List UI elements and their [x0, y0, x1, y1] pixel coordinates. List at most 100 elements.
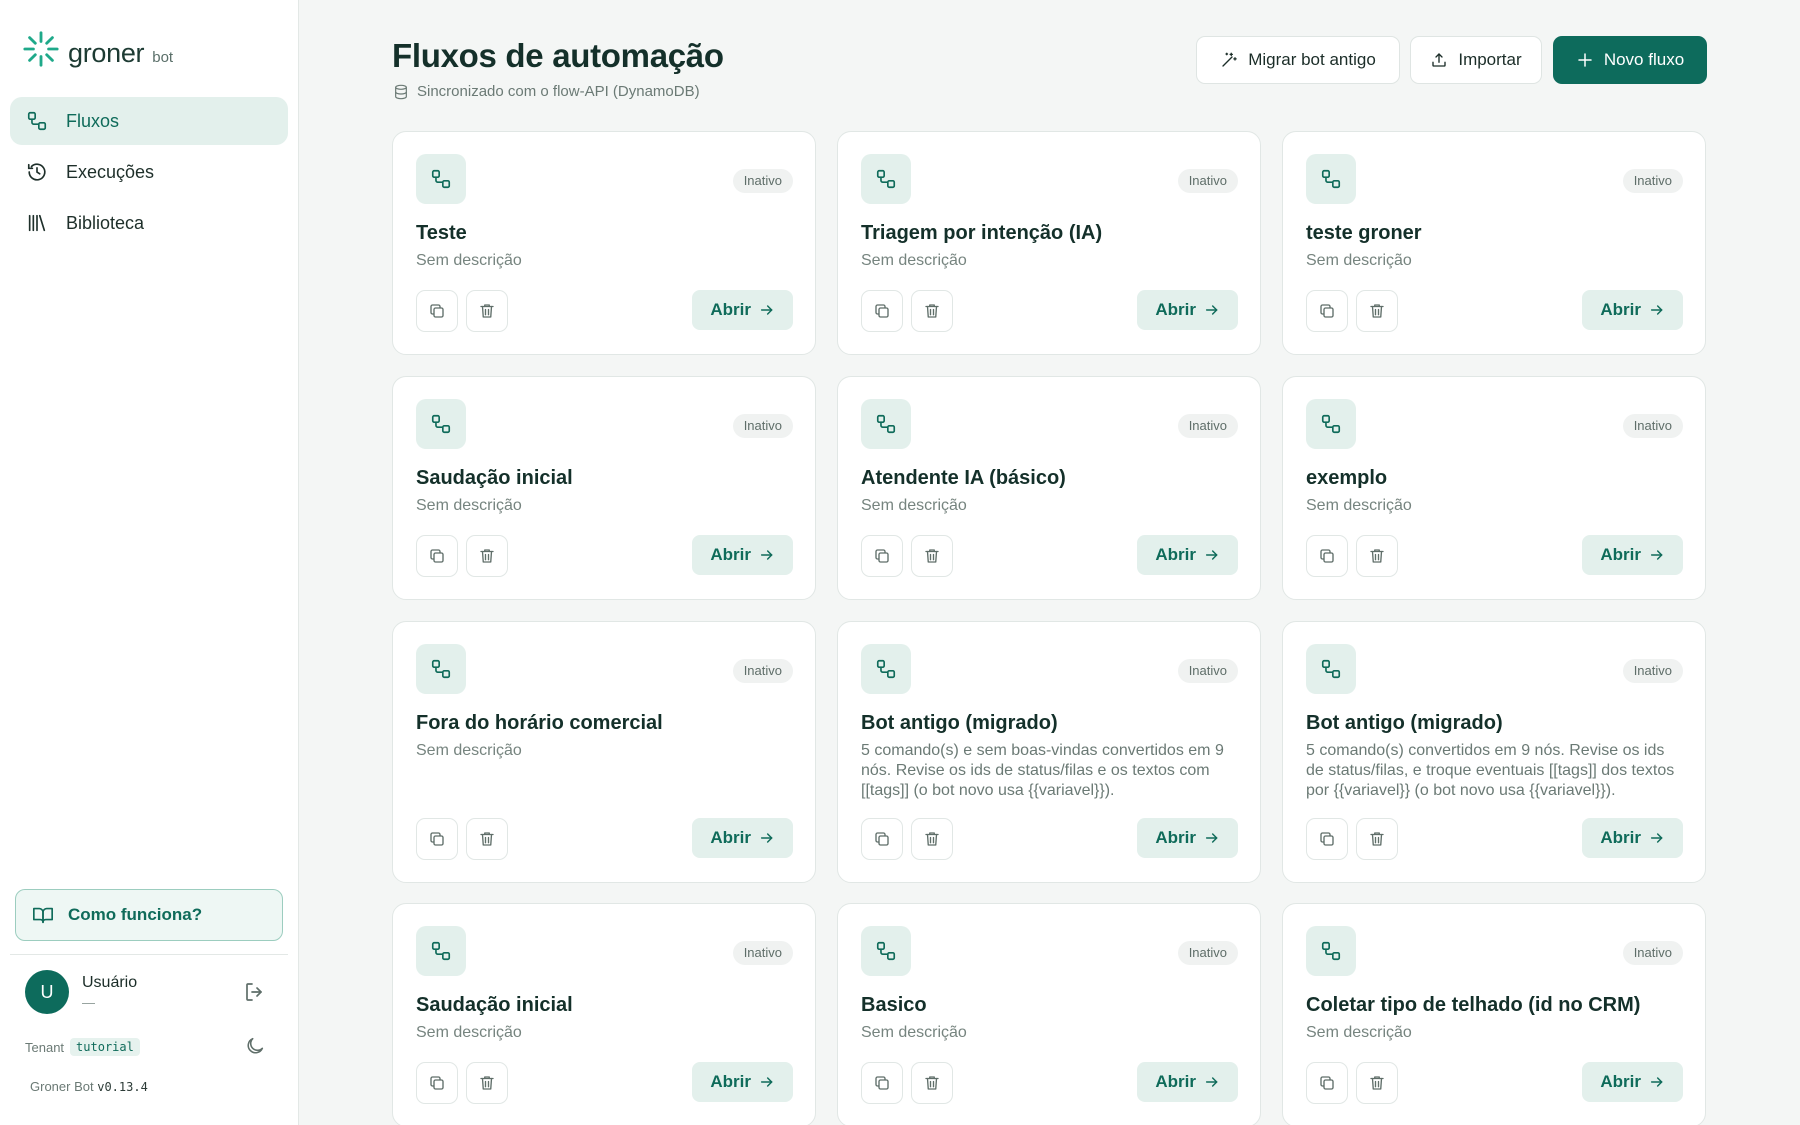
delete-button[interactable] — [466, 535, 508, 577]
duplicate-button[interactable] — [416, 1062, 458, 1104]
how-it-works-button[interactable]: Como funciona? — [15, 889, 283, 941]
copy-icon — [430, 832, 444, 846]
delete-button[interactable] — [1356, 1062, 1398, 1104]
open-label: Abrir — [1155, 1072, 1196, 1091]
open-label: Abrir — [1600, 828, 1641, 847]
delete-button[interactable] — [466, 1062, 508, 1104]
flow-name: Saudação inicial — [416, 994, 573, 1016]
plus-icon — [1578, 53, 1592, 67]
open-button[interactable]: Abrir — [1137, 818, 1238, 858]
new-flow-button[interactable]: Novo fluxo — [1553, 36, 1707, 84]
duplicate-button[interactable] — [1306, 290, 1348, 332]
duplicate-button[interactable] — [861, 535, 903, 577]
delete-button[interactable] — [1356, 818, 1398, 860]
flow-description: Sem descrição — [416, 497, 522, 514]
flow-description: Sem descrição — [416, 742, 522, 759]
flow-icon — [416, 154, 466, 204]
open-button[interactable]: Abrir — [692, 290, 793, 330]
open-button[interactable]: Abrir — [1137, 1062, 1238, 1102]
version-label: Groner Bot — [30, 1079, 94, 1094]
trash-icon — [1370, 549, 1384, 563]
flow-name: teste groner — [1306, 222, 1422, 244]
delete-button[interactable] — [911, 818, 953, 860]
status-badge: Inativo — [1177, 169, 1238, 193]
delete-button[interactable] — [1356, 535, 1398, 577]
arrow-right-icon — [760, 550, 773, 560]
moon-icon[interactable] — [244, 1035, 266, 1057]
flow-name: Coletar tipo de telhado (id no CRM) — [1306, 994, 1641, 1016]
delete-button[interactable] — [466, 818, 508, 860]
duplicate-button[interactable] — [1306, 535, 1348, 577]
duplicate-button[interactable] — [861, 818, 903, 860]
sidebar-item-biblioteca[interactable]: Biblioteca — [10, 199, 288, 247]
sidebar-item-fluxos[interactable]: Fluxos — [10, 97, 288, 145]
flow-description: 5 comando(s) e sem boas-vindas convertid… — [861, 742, 1224, 799]
flow-card: Inativo Saudação inicial Sem descrição A… — [392, 903, 816, 1125]
trash-icon — [925, 304, 939, 318]
open-label: Abrir — [710, 545, 751, 564]
open-label: Abrir — [1155, 545, 1196, 564]
flow-icon — [1306, 926, 1356, 976]
duplicate-button[interactable] — [1306, 1062, 1348, 1104]
delete-button[interactable] — [911, 1062, 953, 1104]
flow-card: Inativo exemplo Sem descrição Abrir — [1282, 376, 1706, 600]
duplicate-button[interactable] — [416, 818, 458, 860]
logout-icon[interactable] — [243, 980, 267, 1004]
delete-button[interactable] — [911, 535, 953, 577]
copy-icon — [875, 1076, 889, 1090]
status-badge: Inativo — [732, 659, 793, 683]
trash-icon — [480, 304, 494, 318]
logo[interactable]: groner bot — [22, 30, 173, 68]
upload-icon — [1432, 53, 1447, 67]
flow-icon — [416, 399, 466, 449]
open-button[interactable]: Abrir — [1137, 535, 1238, 575]
new-flow-label: Novo fluxo — [1603, 50, 1685, 69]
open-button[interactable]: Abrir — [1582, 1062, 1683, 1102]
import-button[interactable]: Importar — [1410, 36, 1542, 84]
flow-card: Inativo Bot antigo (migrado) 5 comando(s… — [837, 621, 1261, 883]
flow-description: Sem descrição — [1306, 497, 1412, 514]
sidebar-item-execucoes[interactable]: Execuções — [10, 148, 288, 196]
sidebar-item-label: Execuções — [66, 161, 155, 182]
trash-icon — [480, 549, 494, 563]
status-badge: Inativo — [732, 414, 793, 438]
avatar[interactable]: U — [25, 970, 69, 1014]
open-label: Abrir — [1155, 828, 1196, 847]
copy-icon — [875, 304, 889, 318]
flow-card: Inativo Triagem por intenção (IA) Sem de… — [837, 131, 1261, 355]
open-button[interactable]: Abrir — [1582, 535, 1683, 575]
trash-icon — [1370, 304, 1384, 318]
open-button[interactable]: Abrir — [692, 535, 793, 575]
status-badge: Inativo — [1622, 414, 1683, 438]
duplicate-button[interactable] — [861, 290, 903, 332]
open-button[interactable]: Abrir — [1582, 818, 1683, 858]
flow-card: Inativo Bot antigo (migrado) 5 comando(s… — [1282, 621, 1706, 883]
open-label: Abrir — [1600, 300, 1641, 319]
arrow-right-icon — [760, 833, 773, 843]
arrow-right-icon — [1650, 833, 1663, 843]
status-badge: Inativo — [732, 941, 793, 965]
open-button[interactable]: Abrir — [1582, 290, 1683, 330]
arrow-right-icon — [760, 305, 773, 315]
sync-text: Sincronizado com o flow-API (DynamoDB) — [417, 83, 700, 100]
delete-button[interactable] — [1356, 290, 1398, 332]
trash-icon — [1370, 832, 1384, 846]
delete-button[interactable] — [911, 290, 953, 332]
sidebar-item-label: Fluxos — [66, 110, 120, 131]
open-button[interactable]: Abrir — [1137, 290, 1238, 330]
duplicate-button[interactable] — [1306, 818, 1348, 860]
version-info: Groner Bot v0.13.4 — [30, 1079, 148, 1094]
copy-icon — [875, 549, 889, 563]
duplicate-button[interactable] — [861, 1062, 903, 1104]
delete-button[interactable] — [466, 290, 508, 332]
open-button[interactable]: Abrir — [692, 818, 793, 858]
duplicate-button[interactable] — [416, 290, 458, 332]
sidebar: groner bot Fluxos Execuções Biblioteca C… — [0, 0, 299, 1125]
copy-icon — [1320, 304, 1334, 318]
open-button[interactable]: Abrir — [692, 1062, 793, 1102]
migrate-bot-button[interactable]: Migrar bot antigo — [1196, 36, 1400, 84]
flow-name: exemplo — [1306, 467, 1388, 489]
open-label: Abrir — [1600, 1072, 1641, 1091]
divider — [10, 954, 288, 955]
duplicate-button[interactable] — [416, 535, 458, 577]
